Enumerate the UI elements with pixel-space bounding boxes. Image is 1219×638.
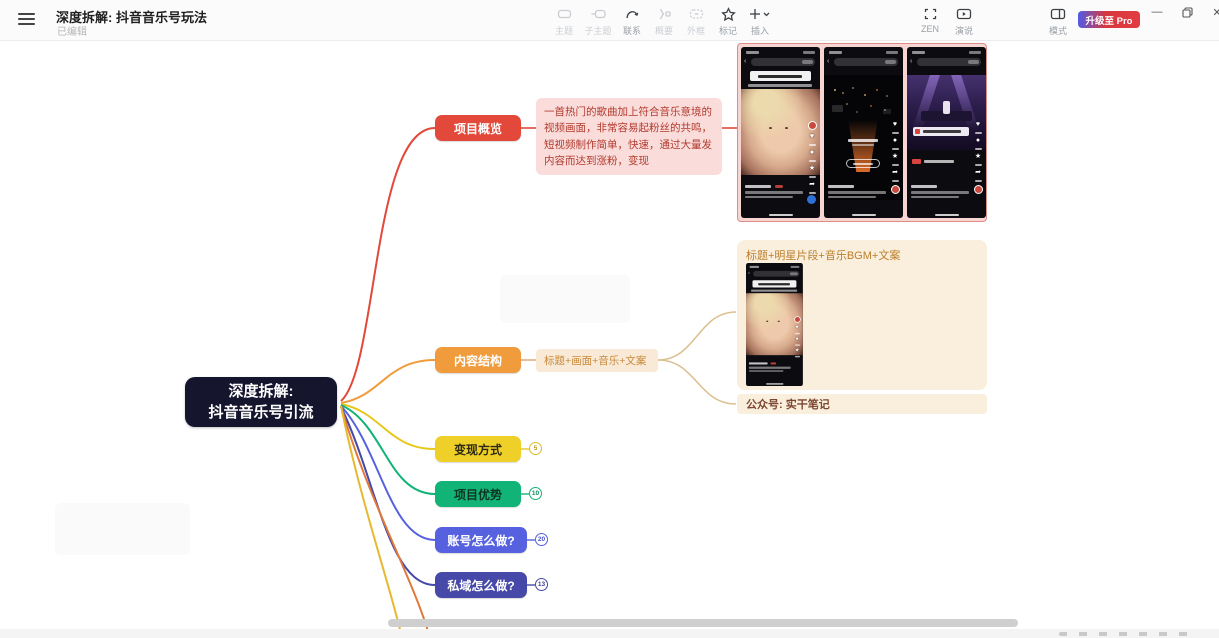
share-icon: ➦ bbox=[809, 181, 815, 189]
heart-icon: ♥ bbox=[893, 121, 897, 129]
toolbar-topic[interactable]: 主题 bbox=[546, 6, 582, 37]
heart-icon: ♥ bbox=[976, 121, 980, 129]
comment-icon: ● bbox=[810, 149, 814, 157]
restore-icon[interactable] bbox=[1179, 4, 1195, 20]
upgrade-pro-button[interactable]: 升级至 Pro bbox=[1078, 11, 1140, 28]
back-icon: ‹ bbox=[748, 271, 750, 277]
app-window: 深度拆解: 抖音音乐号玩法 已编辑 主题 子主题 联系 概要 外框 bbox=[0, 0, 1219, 638]
toolbar-marker[interactable]: 标记 bbox=[710, 6, 746, 37]
video-screenshots-panel[interactable]: ‹ ♥ ● ★ ➦ ‹ ♥ ● bbox=[737, 43, 987, 222]
wechat-note[interactable]: 公众号: 实干笔记 bbox=[737, 394, 987, 414]
overview-note[interactable]: 一首热门的歌曲加上符合音乐意境的视频画面，非常容易起粉丝的共鸣，短视频制作简单，… bbox=[536, 98, 722, 175]
marker-star-icon bbox=[721, 6, 736, 22]
branch-monetization[interactable]: 变现方式 bbox=[435, 436, 521, 462]
douyin-screenshot-portrait[interactable]: ‹ ♥ ● ★ ➦ bbox=[741, 47, 820, 218]
toolbar-zen[interactable]: ZEN bbox=[912, 6, 948, 34]
share-icon: ➦ bbox=[975, 169, 981, 177]
favorite-star-icon: ★ bbox=[795, 348, 800, 354]
watermark bbox=[55, 503, 190, 555]
avatar-icon bbox=[974, 185, 983, 194]
topic-icon bbox=[557, 6, 572, 22]
collapse-badge[interactable]: 10 bbox=[529, 487, 542, 500]
toolbar-subtopic[interactable]: 子主题 bbox=[580, 6, 616, 37]
central-topic[interactable]: 深度拆解: 抖音音乐号引流 bbox=[185, 377, 337, 427]
comment-icon: ● bbox=[976, 137, 980, 145]
document-status: 已编辑 bbox=[57, 23, 87, 38]
window-controls: — ✕ bbox=[1149, 4, 1219, 20]
branch-content-structure[interactable]: 内容结构 bbox=[435, 347, 521, 373]
summary-icon bbox=[657, 6, 672, 22]
collapse-badge[interactable]: 5 bbox=[529, 442, 542, 455]
douyin-screenshot-night-road[interactable]: ‹ ♥ ● ★ ➦ bbox=[824, 47, 903, 218]
toolbar-relationship[interactable]: 联系 bbox=[614, 6, 650, 37]
close-icon[interactable]: ✕ bbox=[1209, 4, 1219, 20]
search-bar bbox=[751, 58, 815, 66]
zen-brackets-icon bbox=[923, 6, 938, 22]
mode-panel-icon bbox=[1050, 6, 1066, 22]
watermark bbox=[500, 275, 630, 323]
douyin-screenshot-concert[interactable]: ‹ ♥ ● ★ ➦ bbox=[907, 47, 986, 218]
hamburger-icon[interactable] bbox=[18, 13, 35, 26]
search-bar bbox=[917, 58, 981, 66]
collapse-badge[interactable]: 20 bbox=[535, 533, 548, 546]
toolbar-insert[interactable]: 插入 bbox=[742, 6, 778, 37]
back-icon: ‹ bbox=[910, 58, 912, 66]
douyin-screenshot-small[interactable]: ‹ ♥ ● ★ bbox=[746, 263, 803, 386]
toolbar-mode[interactable]: 模式 bbox=[1040, 6, 1076, 37]
content-structure-child[interactable]: 标题+画面+音乐+文案 bbox=[536, 349, 658, 372]
favorite-star-icon: ★ bbox=[892, 153, 898, 161]
horizontal-scrollbar[interactable] bbox=[388, 619, 1018, 627]
heart-icon: ♥ bbox=[796, 325, 799, 331]
present-play-icon bbox=[956, 6, 972, 22]
toolbar-boundary[interactable]: 外框 bbox=[678, 6, 714, 37]
avatar-icon bbox=[794, 316, 800, 322]
bottom-status-strip bbox=[0, 629, 1219, 638]
comment-icon: ● bbox=[893, 137, 897, 145]
avatar-icon bbox=[808, 121, 817, 130]
branch-project-advantages[interactable]: 项目优势 bbox=[435, 481, 521, 507]
insert-plus-icon bbox=[749, 6, 771, 22]
toolbar-present[interactable]: 演说 bbox=[946, 6, 982, 37]
search-bar bbox=[834, 58, 898, 66]
branch-private-domain-howto[interactable]: 私域怎么做? bbox=[435, 572, 527, 598]
share-icon: ➦ bbox=[892, 169, 898, 177]
boundary-icon bbox=[689, 6, 704, 22]
header-bar: 深度拆解: 抖音音乐号玩法 已编辑 主题 子主题 联系 概要 外框 bbox=[0, 0, 1219, 41]
branch-project-overview[interactable]: 项目概览 bbox=[435, 115, 521, 141]
relationship-icon bbox=[625, 6, 640, 22]
minimize-icon[interactable]: — bbox=[1149, 4, 1165, 20]
search-bar bbox=[753, 271, 799, 277]
subtopic-icon bbox=[591, 6, 606, 22]
favorite-star-icon: ★ bbox=[975, 153, 981, 161]
chevron-down-icon bbox=[764, 13, 769, 16]
comment-icon: ● bbox=[796, 336, 799, 342]
back-icon: ‹ bbox=[744, 58, 746, 66]
back-icon: ‹ bbox=[827, 58, 829, 66]
toolbar-summary[interactable]: 概要 bbox=[646, 6, 682, 37]
heart-icon: ♥ bbox=[810, 133, 814, 141]
branch-account-howto[interactable]: 账号怎么做? bbox=[435, 527, 527, 553]
avatar-icon bbox=[891, 185, 900, 194]
favorite-star-icon: ★ bbox=[809, 165, 815, 173]
collapse-badge[interactable]: 13 bbox=[535, 578, 548, 591]
detail-panel-title: 标题+明星片段+音乐BGM+文案 bbox=[746, 247, 978, 263]
